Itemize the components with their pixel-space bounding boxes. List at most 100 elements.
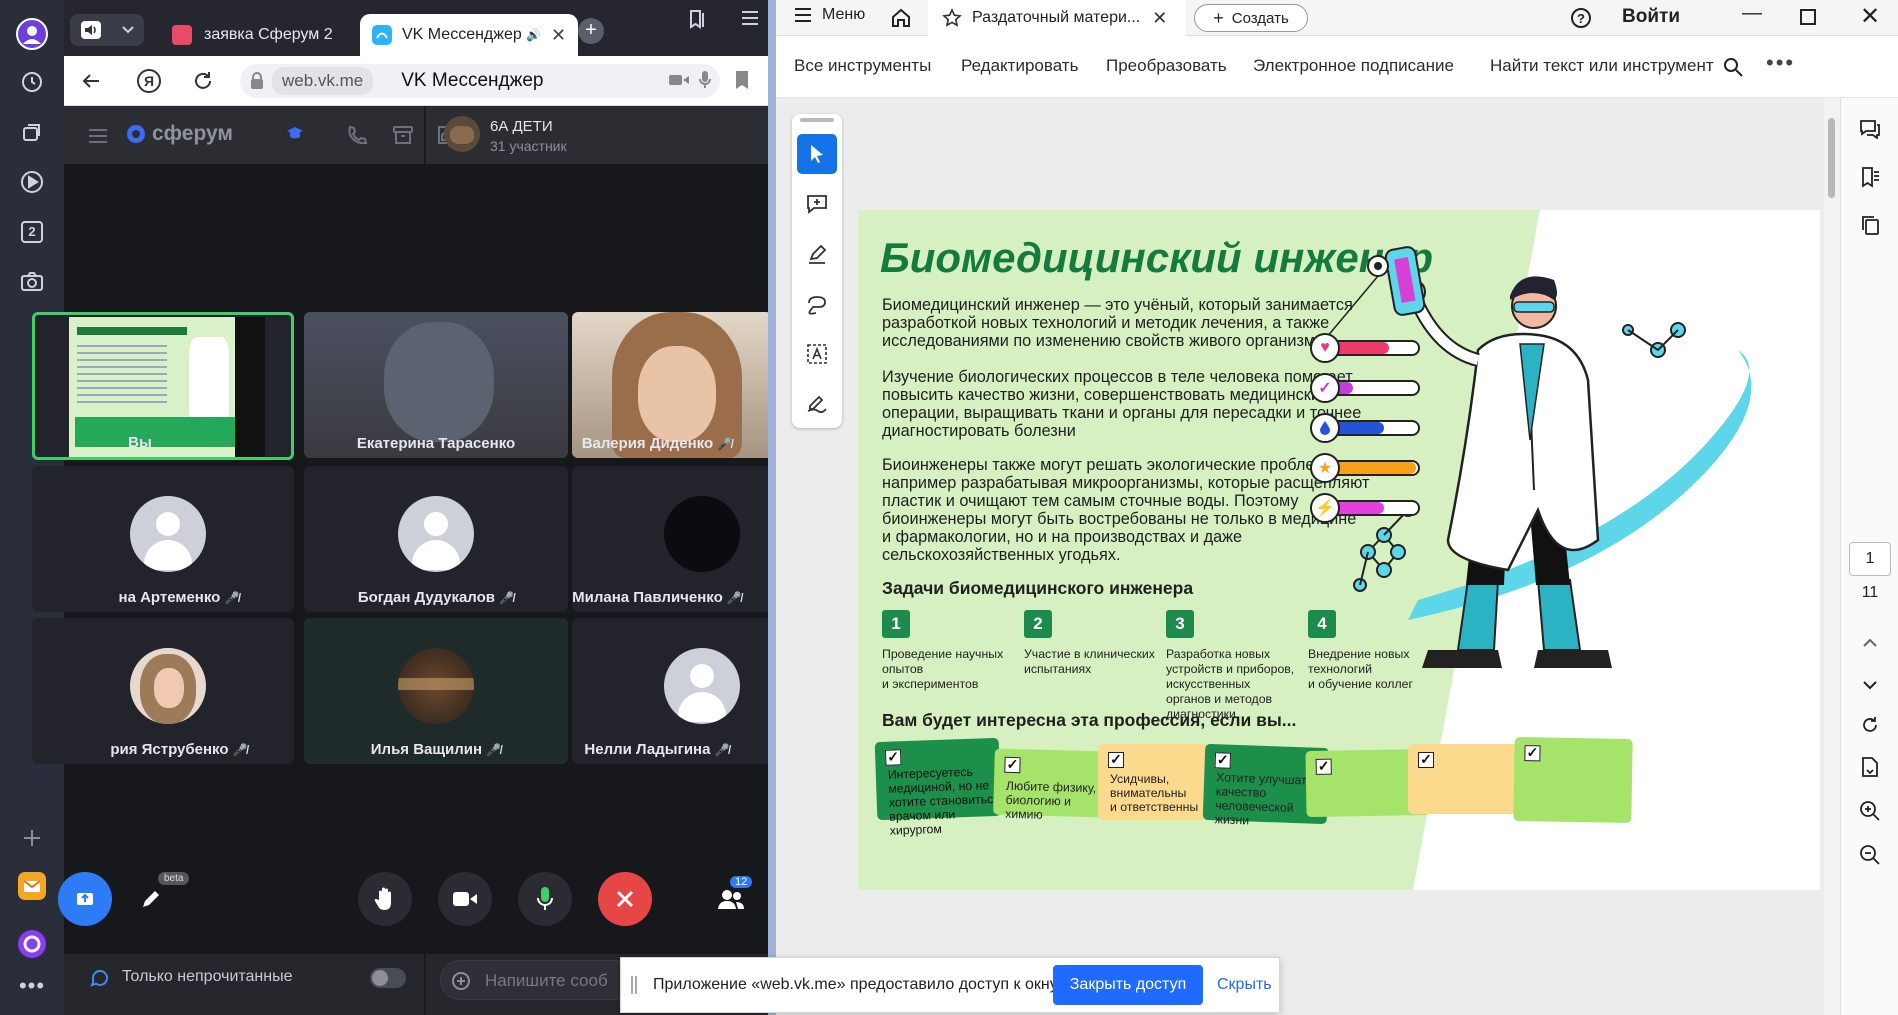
history-icon[interactable] xyxy=(14,64,50,100)
url-host: web.vk.me xyxy=(272,67,374,95)
profile-avatar-icon[interactable] xyxy=(14,16,50,52)
tab-audio-icon[interactable]: 🔊 xyxy=(526,28,541,42)
add-attachment-icon[interactable] xyxy=(451,971,471,991)
e-sign-button[interactable]: Электронное подписание xyxy=(1253,56,1454,76)
edit-button[interactable]: Редактировать xyxy=(961,56,1078,76)
draw-tool-button[interactable] xyxy=(797,284,837,324)
alice-assistant-icon[interactable] xyxy=(14,926,50,962)
mail-app-icon[interactable] xyxy=(14,868,50,904)
microphone-icon[interactable] xyxy=(698,70,712,90)
end-call-button[interactable] xyxy=(598,872,652,926)
task-number: 2 xyxy=(1024,610,1052,638)
participant-tile[interactable]: рия Яструбенко 🎤̸ xyxy=(32,618,294,764)
tab-title: VK Мессенджер xyxy=(402,26,522,43)
menu-icon[interactable] xyxy=(740,10,760,26)
pages-panel-icon[interactable] xyxy=(1857,212,1883,238)
collections-icon[interactable] xyxy=(14,114,50,150)
add-comment-button[interactable] xyxy=(797,184,837,224)
hide-button[interactable]: Скрыть xyxy=(1217,976,1272,994)
comments-panel-icon[interactable] xyxy=(1857,116,1883,142)
bookmark-icon[interactable] xyxy=(734,70,750,90)
drag-handle-icon[interactable] xyxy=(631,976,637,994)
prev-page-icon[interactable] xyxy=(1857,630,1883,656)
panel-handle[interactable] xyxy=(800,118,834,122)
yandex-logo-icon[interactable]: Я xyxy=(136,68,162,94)
home-icon[interactable] xyxy=(890,7,912,29)
bookmarks-icon[interactable] xyxy=(686,8,708,30)
task-text: Участие в клинических испытаниях xyxy=(1024,647,1155,677)
text-line: диагностировать болезни xyxy=(882,422,1076,440)
text-line: сельскохозяйственных угодьях. xyxy=(882,546,1121,564)
reload-icon[interactable] xyxy=(192,70,214,92)
address-bar[interactable]: web.vk.me VK Мессенджер xyxy=(240,64,720,98)
tabs-count-icon[interactable]: 2 xyxy=(14,214,50,250)
address-toolbar: Я web.vk.me VK Мессенджер xyxy=(64,56,768,106)
star-icon[interactable] xyxy=(942,8,962,28)
sign-tool-button[interactable] xyxy=(797,382,837,422)
participant-tile[interactable]: на Артеменко 🎤̸ xyxy=(32,466,294,612)
create-button[interactable]: + Создать xyxy=(1194,4,1308,32)
search-icon[interactable] xyxy=(1723,57,1743,77)
participant-name-text: Нелли Ладыгина xyxy=(584,741,711,758)
sign-in-button[interactable]: Войти xyxy=(1622,6,1680,28)
media-player-icon[interactable] xyxy=(14,164,50,200)
close-tab-icon[interactable]: ✕ xyxy=(1152,8,1167,29)
text-line: биологию и химию xyxy=(1004,792,1072,822)
tab-favicon-icon xyxy=(172,25,192,45)
select-tool-button[interactable] xyxy=(797,134,837,174)
archive-icon[interactable] xyxy=(392,124,414,146)
menu-button[interactable]: Меню xyxy=(794,6,865,24)
add-icon[interactable] xyxy=(14,820,50,856)
participant-tile[interactable]: Милана Павличенко 🎤̸ xyxy=(572,466,772,612)
camera-toggle-button[interactable] xyxy=(438,872,492,926)
revoke-access-button[interactable]: Закрыть доступ xyxy=(1053,965,1203,1005)
card-text: Усидчивы, внимательны и ответственны xyxy=(1110,772,1198,814)
chat-avatar[interactable] xyxy=(444,116,480,152)
tab-vk-messenger[interactable]: VK Мессенджер 🔊 ✕ xyxy=(360,14,578,56)
unread-only-toggle[interactable] xyxy=(370,968,406,988)
find-tool-button[interactable]: Найти текст или инструмент xyxy=(1490,56,1714,76)
scrollbar-thumb[interactable] xyxy=(1828,118,1835,198)
hamburger-icon[interactable] xyxy=(88,128,108,144)
document-tab[interactable]: Раздаточный матери... ✕ xyxy=(928,0,1186,36)
minimize-button[interactable]: — xyxy=(1742,2,1762,25)
participant-tile[interactable]: Илья Ващилин 🎤̸ xyxy=(304,618,568,764)
screenshot-icon[interactable] xyxy=(14,264,50,300)
next-page-icon[interactable] xyxy=(1857,672,1883,698)
close-tab-icon[interactable]: ✕ xyxy=(551,25,566,46)
call-icon[interactable] xyxy=(346,124,368,146)
text-tool-button[interactable] xyxy=(797,334,837,374)
close-window-button[interactable]: ✕ xyxy=(1860,2,1880,31)
tab-strip: заявка Сферум 2 VK Мессенджер 🔊 ✕ + xyxy=(64,0,768,56)
convert-button[interactable]: Преобразовать xyxy=(1106,56,1227,76)
share-screen-button[interactable] xyxy=(58,872,112,926)
bookmarks-panel-icon[interactable] xyxy=(1857,164,1883,190)
new-tab-button[interactable]: + xyxy=(578,18,604,44)
microphone-toggle-button[interactable] xyxy=(518,872,572,926)
zoom-out-icon[interactable] xyxy=(1857,842,1883,868)
chat-title[interactable]: 6А ДЕТИ xyxy=(490,118,553,135)
help-icon[interactable]: ? xyxy=(1570,7,1592,29)
participant-tile[interactable]: Нелли Ладыгина 🎤̸ xyxy=(572,618,772,764)
more-options-icon[interactable]: ••• xyxy=(1766,50,1795,76)
participant-name: Валерия Диденко 🎤̸ xyxy=(572,435,772,452)
participant-tile[interactable]: Богдан Дудукалов 🎤̸ xyxy=(304,466,568,612)
highlight-tool-button[interactable] xyxy=(797,234,837,274)
more-icon[interactable]: ••• xyxy=(14,968,50,1004)
rotate-icon[interactable] xyxy=(1857,712,1883,738)
participant-tile-self[interactable]: Вы xyxy=(32,312,294,460)
participant-tile[interactable]: Екатерина Тарасенко xyxy=(304,312,568,458)
participant-tile[interactable]: Валерия Диденко 🎤̸ xyxy=(572,312,772,458)
back-icon[interactable] xyxy=(80,70,102,92)
extract-page-icon[interactable] xyxy=(1857,754,1883,780)
text-line: биоинженеры могут быть востребованы не т… xyxy=(882,510,1357,528)
window-divider[interactable] xyxy=(768,0,776,1015)
zoom-in-icon[interactable] xyxy=(1857,798,1883,824)
page-number-input[interactable]: 1 xyxy=(1849,542,1891,576)
camera-icon[interactable] xyxy=(668,72,690,88)
vertical-scrollbar[interactable] xyxy=(1824,98,1840,1015)
audio-tabs-button[interactable] xyxy=(70,14,144,46)
raise-hand-button[interactable] xyxy=(358,872,412,926)
maximize-button[interactable] xyxy=(1800,9,1816,25)
all-tools-button[interactable]: Все инструменты xyxy=(794,56,931,76)
